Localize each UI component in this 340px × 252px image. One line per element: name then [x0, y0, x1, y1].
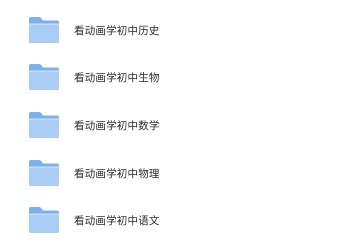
- folder-icon: [29, 64, 59, 90]
- folder-item[interactable]: 看动画学初中生物: [28, 60, 328, 94]
- folder-list: 看动画学初中历史 看动画学初中生物 看动画学初中数学 看动画学初中物理 看动画学…: [0, 0, 340, 252]
- folder-item[interactable]: 看动画学初中历史: [28, 13, 328, 47]
- folder-item[interactable]: 看动画学初中语文: [28, 203, 328, 237]
- folder-item[interactable]: 看动画学初中物理: [28, 156, 328, 190]
- folder-name: 看动画学初中历史: [74, 24, 160, 37]
- folder-icon: [29, 160, 59, 186]
- folder-item[interactable]: 看动画学初中数学: [28, 108, 328, 142]
- folder-icon: [29, 207, 59, 233]
- folder-name: 看动画学初中生物: [74, 71, 160, 84]
- folder-icon: [29, 112, 59, 138]
- folder-name: 看动画学初中语文: [74, 214, 160, 227]
- folder-name: 看动画学初中数学: [74, 119, 160, 132]
- folder-icon: [29, 17, 59, 43]
- folder-name: 看动画学初中物理: [74, 167, 160, 180]
